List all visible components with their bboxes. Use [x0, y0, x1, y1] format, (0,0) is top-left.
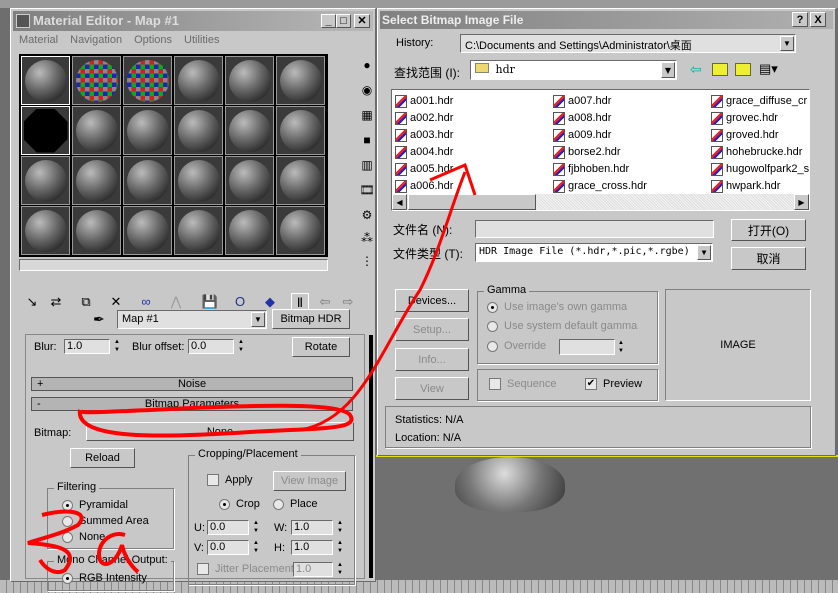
- annotation-ellipse: [77, 403, 354, 438]
- annotation-arrow-line: [299, 171, 467, 432]
- annotation-scribble-a: [97, 532, 140, 574]
- annotation-arrow-head: [429, 162, 477, 196]
- red-annotation-overlay: [27, 162, 477, 575]
- annotation-scribble-3: [27, 509, 84, 575]
